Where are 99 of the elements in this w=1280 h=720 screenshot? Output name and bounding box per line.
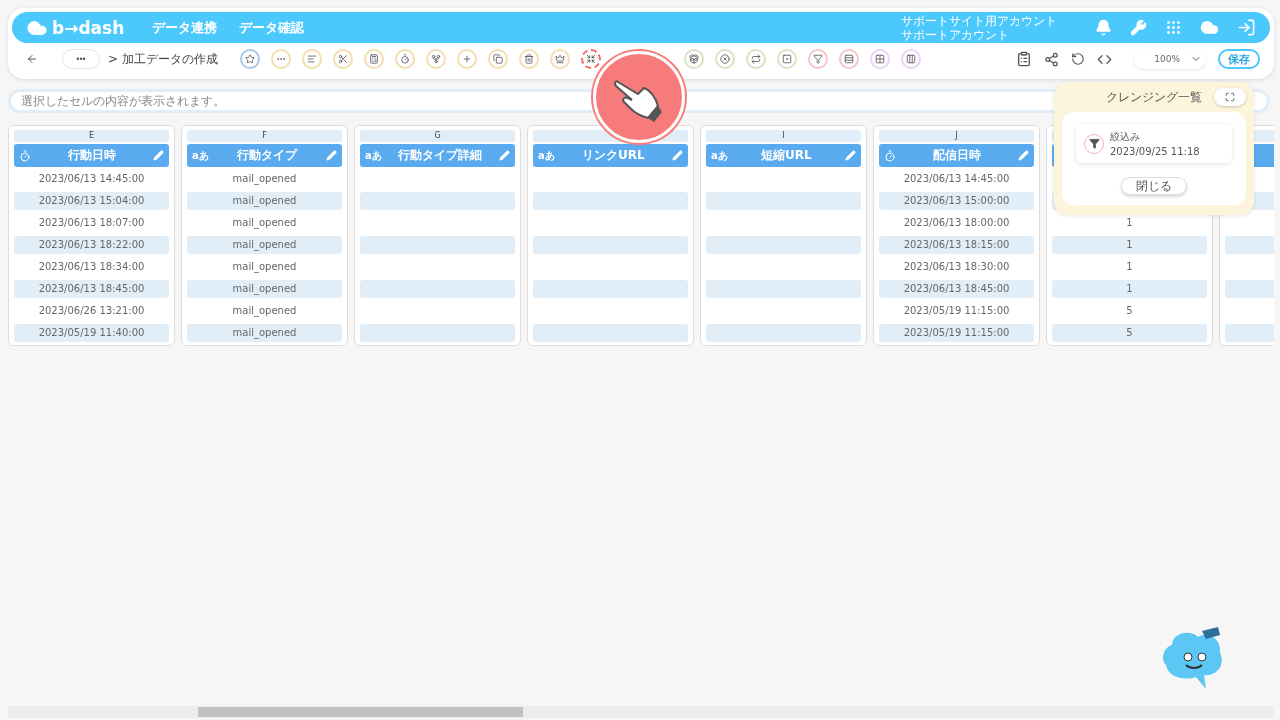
grid-icon[interactable] [1165,19,1182,36]
table-cell-text: 2023/06/13 14:45:00 [902,172,1011,186]
plus-icon [461,54,472,64]
table-cell-text: 5 [1125,304,1134,318]
x-circle-icon [719,54,730,64]
cleansing-item[interactable]: 絞込み 2023/09/25 11:18 [1076,124,1232,163]
table-cell-text: 1 [1125,216,1134,230]
edit-icon[interactable] [153,150,164,161]
table-cell-text: 2023/06/13 18:07:00 [37,216,146,230]
expand-icon [1225,92,1235,102]
table-cell: 2023/06/13 18:45:00 [879,280,1034,298]
table-cell-text: 2023/06/26 13:21:00 [37,304,146,318]
table-cell: mail_opened [187,324,342,342]
clipboard-icon[interactable] [1016,51,1032,67]
more-button[interactable]: ••• [62,49,100,69]
table-cell: 5 [1052,324,1207,342]
square-icon [781,54,792,64]
table-cell: mail_opened [187,192,342,210]
column-title: 行動日時 [67,147,117,164]
calculator-icon [368,54,379,64]
table-cell-text: 2023/06/13 18:34:00 [37,260,146,274]
edit-icon[interactable] [499,150,510,161]
breadcrumb: > 加工データの作成 [108,50,218,68]
repeat-icon [750,54,761,64]
logo: b→dash [26,16,125,39]
panel-title: クレンジング一覧 [1106,88,1202,106]
logout-icon[interactable] [1237,18,1256,37]
crown-icon [554,54,565,64]
edit-icon[interactable] [326,150,337,161]
column-title: 配信日時 [932,147,982,164]
table-cell: mail_opened [187,236,342,254]
table-cell-text: mail_opened [231,216,298,231]
horizontal-scrollbar[interactable] [8,706,1274,718]
type-mark: aあ [711,148,728,163]
type-mark: aあ [192,148,209,163]
back-icon[interactable] [26,53,38,65]
column-letter: E [14,130,169,142]
column-letter: G [360,130,515,142]
item-date: 2023/09/25 11:18 [1110,146,1200,157]
expand-button[interactable] [1214,88,1246,106]
column-letter: J [879,130,1034,142]
close-button[interactable]: 閉じる [1121,177,1187,195]
table-cell: 2023/06/13 15:04:00 [14,192,169,210]
timer-icon [399,54,410,64]
timer-icon [19,149,31,162]
type-mark: aあ [365,148,382,163]
tool-button[interactable] [838,49,859,69]
account-name: サポートアカウント [901,27,1010,42]
table-cell-text: mail_opened [231,172,298,187]
lines-icon [306,54,317,64]
wrench-icon[interactable] [1130,19,1147,36]
rows-icon [843,54,854,64]
refresh-icon[interactable] [1071,52,1085,66]
bell-icon[interactable] [1095,19,1112,36]
table-cell: mail_opened [187,280,342,298]
column-letter: F [187,130,342,142]
cloud-icon[interactable] [1200,18,1219,37]
column-title: 短縮URL [760,147,813,164]
columns-icon [905,54,916,64]
table-cell-text: 2023/06/13 18:00:00 [902,216,1011,230]
trash-icon [523,54,534,64]
account-name: サポートサイト用アカウント [901,13,1057,28]
table-cell-text: 1 [1125,260,1134,274]
timer-icon [884,149,896,162]
table-cell: 2023/06/13 18:15:00 [879,236,1034,254]
package-icon [688,54,699,64]
table-cell-text: 2023/05/19 11:15:00 [902,304,1011,318]
table-cell: 2023/06/13 18:45:00 [14,280,169,298]
column-title: リンクURL [581,147,646,164]
tool-button[interactable] [239,49,260,69]
column-letter: I [706,130,861,142]
shrink-icon [585,54,596,64]
edit-icon[interactable] [845,150,856,161]
table-cell-text: 2023/06/13 14:45:00 [37,172,146,186]
filter-icon [812,54,823,64]
grid-icon [874,54,885,64]
column-title: 行動タイプ詳細 [397,147,484,164]
copy-icon [492,54,503,64]
table-cell: 2023/06/13 15:00:00 [879,192,1034,210]
table-cell: 2023/05/19 11:40:00 [14,324,169,342]
edit-icon[interactable] [672,150,683,161]
scissors-icon [337,54,348,64]
table-cell: 2023/05/19 11:15:00 [879,324,1034,342]
table-cell-text: 2023/06/13 18:30:00 [902,260,1011,274]
table-cell: 1 [1052,280,1207,298]
fork-icon [430,54,441,64]
share-icon[interactable] [1044,51,1059,67]
column-title: 行動タイプ [236,147,299,164]
table-cell-text: mail_opened [231,304,298,319]
table-cell: 2023/06/13 18:22:00 [14,236,169,254]
tool-button[interactable] [580,49,601,69]
table-cell-text: mail_opened [231,260,298,275]
type-mark: aあ [538,148,555,163]
table-cell: 1 [1052,236,1207,254]
star-icon [244,54,255,64]
item-name: 絞込み [1110,130,1141,144]
zoom-select[interactable]: 100% [1134,49,1206,69]
edit-icon[interactable] [1018,150,1029,161]
tool-button[interactable] [807,49,828,69]
